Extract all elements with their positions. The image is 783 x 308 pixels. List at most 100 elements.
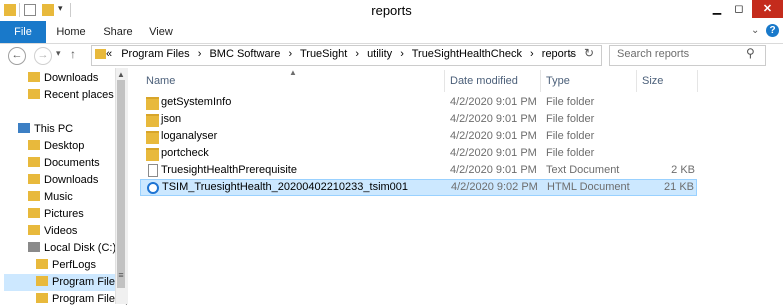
breadcrumb-program-files[interactable]: Program Files [121, 48, 189, 60]
nav-item-program-files[interactable]: Program Files [4, 274, 120, 291]
pc-icon [18, 123, 30, 133]
scroll-grip-icon: ≡ [118, 270, 124, 280]
breadcrumb-separator: › [530, 48, 534, 60]
file-date: 4/2/2020 9:02 PM [451, 181, 538, 193]
recent-places-icon [28, 89, 40, 99]
file-type: Text Document [546, 164, 620, 176]
help-icon[interactable]: ? [766, 24, 779, 37]
nav-item-downloads[interactable]: Downloads [28, 70, 98, 87]
file-row[interactable]: json 4/2/2020 9:01 PM File folder [140, 111, 697, 128]
nav-item-local-disk[interactable]: Local Disk (C:) [28, 240, 116, 257]
tab-view[interactable]: View [144, 21, 178, 43]
folder-icon [28, 140, 40, 150]
nav-item-program-files-x86[interactable]: Program Files ( [36, 291, 127, 308]
folder-icon [28, 174, 40, 184]
file-name: TruesightHealthPrerequisite [161, 164, 297, 176]
up-icon[interactable]: ↑ [70, 47, 76, 61]
file-size: 21 KB [664, 181, 694, 193]
file-name: portcheck [161, 147, 209, 159]
column-header-type[interactable]: Type [546, 72, 570, 90]
nav-item-music[interactable]: Music [28, 189, 73, 206]
drive-icon [28, 242, 40, 252]
folder-icon [146, 148, 159, 161]
column-divider[interactable] [540, 70, 541, 92]
breadcrumb-separator: › [355, 48, 359, 60]
folder-icon [36, 259, 48, 269]
column-header-name[interactable]: Name [146, 72, 175, 90]
nav-item-videos[interactable]: Videos [28, 223, 77, 240]
file-name: TSIM_TruesightHealth_20200402210233_tsim… [162, 181, 409, 193]
column-divider[interactable] [697, 70, 698, 92]
file-row[interactable]: getSystemInfo 4/2/2020 9:01 PM File fold… [140, 94, 697, 111]
file-type: File folder [546, 147, 595, 159]
nav-item-documents[interactable]: Documents [28, 155, 100, 172]
folder-icon [28, 191, 40, 201]
file-row[interactable]: portcheck 4/2/2020 9:01 PM File folder [140, 145, 697, 162]
nav-item-recent-places[interactable]: Recent places [28, 87, 114, 104]
file-date: 4/2/2020 9:01 PM [450, 130, 537, 142]
nav-item-desktop[interactable]: Desktop [28, 138, 84, 155]
nav-item-perflogs[interactable]: PerfLogs [36, 257, 96, 274]
file-row-selected[interactable]: TSIM_TruesightHealth_20200402210233_tsim… [140, 179, 697, 196]
column-divider[interactable] [444, 70, 445, 92]
tab-home[interactable]: Home [52, 21, 90, 43]
recent-locations-icon[interactable]: ▾ [56, 48, 61, 59]
file-date: 4/2/2020 9:01 PM [450, 164, 537, 176]
nav-item-pictures[interactable]: Pictures [28, 206, 84, 223]
file-type: File folder [546, 96, 595, 108]
navigation-pane: Downloads Recent places This PC Desktop … [0, 68, 127, 305]
column-header-date[interactable]: Date modified [450, 72, 518, 90]
close-icon[interactable]: ✕ [752, 0, 783, 18]
file-row[interactable]: TruesightHealthPrerequisite 4/2/2020 9:0… [140, 162, 697, 179]
sort-ascending-icon: ▲ [289, 68, 297, 77]
column-header-size[interactable]: Size [642, 72, 663, 90]
minimize-icon[interactable]: ▁ [706, 0, 728, 18]
scroll-up-icon[interactable]: ▲ [117, 70, 125, 79]
search-placeholder: Search reports [617, 48, 690, 60]
folder-icon [28, 225, 40, 235]
breadcrumb-bmc-software[interactable]: BMC Software [209, 48, 280, 60]
folder-icon [28, 157, 40, 167]
folder-icon [28, 208, 40, 218]
file-date: 4/2/2020 9:01 PM [450, 113, 537, 125]
breadcrumb-truesighthealthcheck[interactable]: TrueSightHealthCheck [412, 48, 522, 60]
file-date: 4/2/2020 9:01 PM [450, 147, 537, 159]
maximize-icon[interactable]: ◻ [728, 0, 750, 18]
search-icon[interactable]: ⚲ [746, 46, 755, 60]
file-size: 2 KB [671, 164, 695, 176]
file-type: HTML Document [547, 181, 630, 193]
back-icon[interactable]: ← [8, 47, 26, 65]
nav-item-this-pc[interactable]: This PC [18, 121, 73, 138]
downloads-icon [28, 72, 40, 82]
refresh-icon[interactable]: ↻ [584, 46, 594, 60]
file-type: File folder [546, 113, 595, 125]
breadcrumb[interactable]: « Program Files › BMC Software › TrueSig… [106, 48, 576, 60]
folder-icon [146, 131, 159, 144]
folder-icon [36, 276, 48, 286]
address-dropdown-icon[interactable]: ⌄ [567, 48, 575, 59]
breadcrumb-separator: › [288, 48, 293, 60]
tab-file[interactable]: File [0, 21, 46, 43]
folder-icon [146, 114, 159, 127]
nav-item-downloads-pc[interactable]: Downloads [28, 172, 98, 189]
window-title: reports [371, 3, 412, 18]
breadcrumb-utility[interactable]: utility [367, 48, 392, 60]
folder-icon [95, 49, 106, 59]
file-row[interactable]: loganalyser 4/2/2020 9:01 PM File folder [140, 128, 697, 145]
nav-scrollbar-thumb[interactable] [117, 80, 125, 288]
breadcrumb-separator: › [400, 48, 404, 60]
tab-share[interactable]: Share [100, 21, 136, 43]
file-name: json [161, 113, 182, 125]
breadcrumb-truesight[interactable]: TrueSight [300, 48, 347, 60]
folder-icon [36, 293, 48, 303]
html-file-icon [147, 182, 159, 194]
breadcrumb-separator: › [197, 48, 202, 60]
file-name: loganalyser [161, 130, 218, 142]
expand-ribbon-icon[interactable]: ⌄ [751, 25, 759, 36]
forward-icon[interactable]: → [34, 47, 52, 65]
file-name: getSystemInfo [161, 96, 232, 108]
breadcrumb-overflow[interactable]: « [106, 48, 112, 60]
file-date: 4/2/2020 9:01 PM [450, 96, 537, 108]
column-divider[interactable] [636, 70, 637, 92]
text-file-icon [148, 164, 158, 177]
